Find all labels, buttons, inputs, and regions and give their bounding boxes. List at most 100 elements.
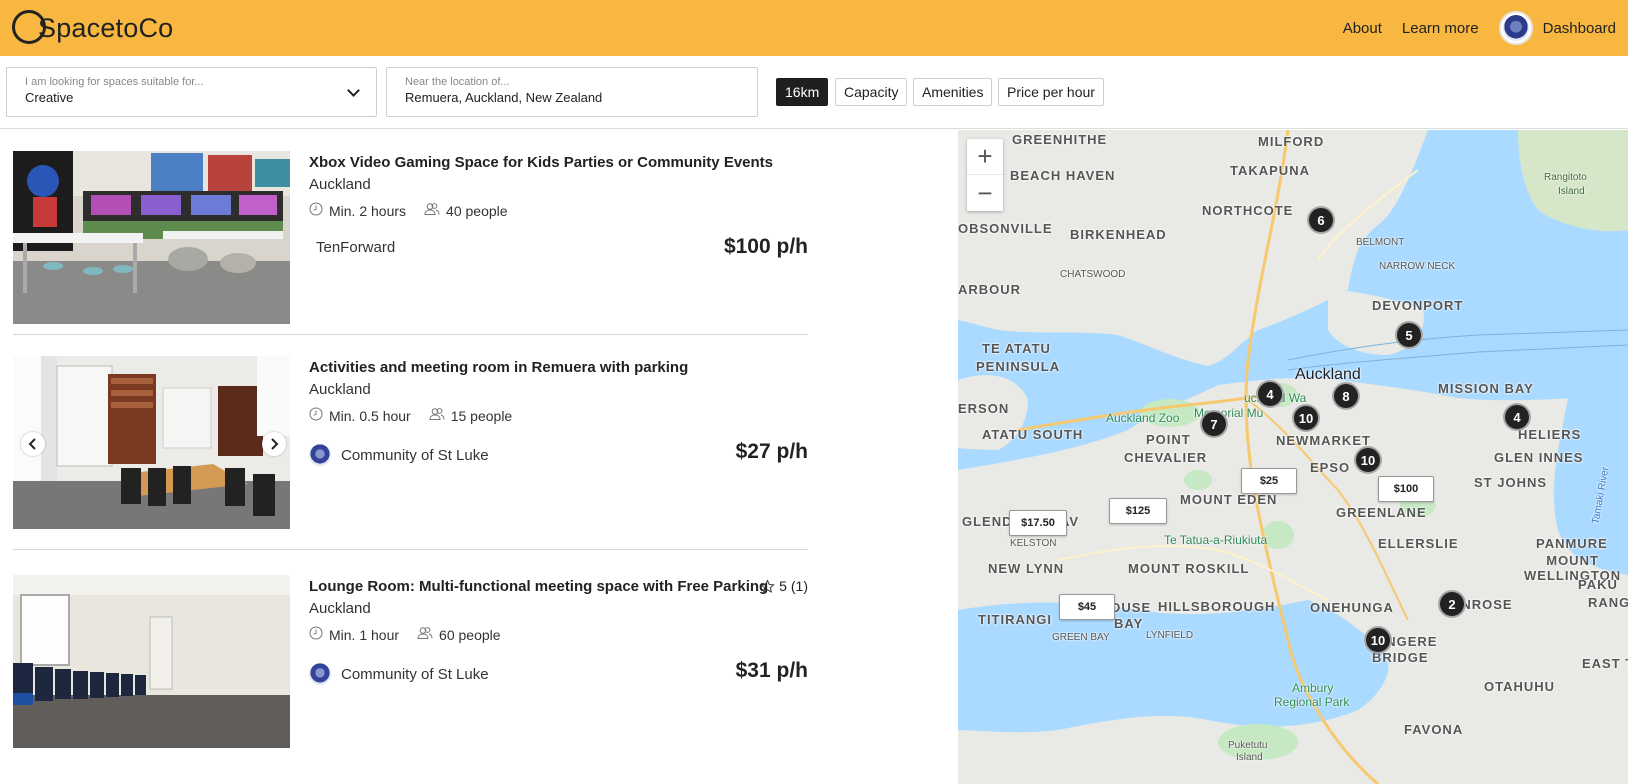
location-input[interactable]: Near the location of... Remuera, Aucklan…	[386, 67, 758, 117]
org-crest-icon	[1502, 15, 1529, 41]
map-label: Auckland Zoo	[1106, 411, 1180, 425]
listing-title[interactable]: Activities and meeting room in Remuera w…	[309, 359, 688, 376]
map-label: RANGA	[1588, 595, 1628, 610]
prev-photo-button[interactable]	[21, 432, 45, 456]
clock-icon	[309, 626, 323, 643]
listing-photo[interactable]	[13, 356, 290, 529]
suitable-for-placeholder: I am looking for spaces suitable for...	[25, 76, 204, 88]
map-label: BIRKENHEAD	[1070, 227, 1167, 242]
map-label: BAY	[1114, 616, 1144, 631]
map-zoom-controls: + −	[967, 139, 1003, 211]
map-cluster-marker[interactable]: 4	[1256, 380, 1284, 408]
top-navbar: SpacetoCo About Learn more Dashboard	[0, 0, 1628, 56]
map-cluster-marker[interactable]: 6	[1307, 206, 1335, 234]
listing-price: $27 p/h	[735, 440, 808, 463]
listing-city: Auckland	[309, 600, 371, 617]
map-label: OBSONVILLE	[958, 221, 1053, 236]
lounge-room-photo	[13, 575, 290, 748]
map-cluster-marker[interactable]: 7	[1200, 410, 1228, 438]
map-label: ARBOUR	[958, 282, 1022, 297]
filter-capacity-button[interactable]: Capacity	[835, 78, 908, 106]
host-name: Community of St Luke	[341, 446, 489, 464]
nav-dashboard-label[interactable]: Dashboard	[1543, 20, 1616, 37]
map-label: NORTHCOTE	[1202, 203, 1294, 218]
map-cluster-marker[interactable]: 2	[1438, 590, 1466, 618]
map-label: ERSON	[958, 401, 1010, 416]
logo[interactable]: SpacetoCo	[12, 8, 173, 46]
filter-amenities-button[interactable]: Amenities	[913, 78, 993, 106]
map-label-auckland: Auckland	[1295, 366, 1361, 383]
listing-card[interactable]: Xbox Video Gaming Space for Kids Parties…	[13, 151, 808, 324]
listing-photo[interactable]	[13, 575, 290, 748]
listing-host: TenForward	[316, 239, 395, 256]
listing-card[interactable]: Activities and meeting room in Remuera w…	[13, 356, 808, 529]
dashboard-link[interactable]: Dashboard	[1498, 11, 1616, 45]
listing-title[interactable]: Xbox Video Gaming Space for Kids Parties…	[309, 154, 773, 171]
map-label: EAST T	[1582, 656, 1628, 671]
map-price-pin[interactable]: $17.50	[1009, 510, 1067, 536]
map-label: MOUNT EDEN	[1180, 492, 1278, 507]
filter-price-button[interactable]: Price per hour	[998, 78, 1104, 106]
listing-price: $100 p/h	[723, 235, 808, 258]
map-cluster-marker[interactable]: 10	[1292, 404, 1320, 432]
listing-card[interactable]: Lounge Room: Multi-functional meeting sp…	[13, 575, 808, 748]
map-label: Te Tatua-a-Riukiuta	[1164, 533, 1268, 547]
nav-about-link[interactable]: About	[1343, 20, 1382, 37]
map-cluster-marker[interactable]: 4	[1503, 403, 1531, 431]
map-label: MILFORD	[1258, 134, 1325, 149]
listings-panel: Xbox Video Gaming Space for Kids Parties…	[0, 130, 958, 784]
map-label: Rangitoto	[1544, 172, 1587, 183]
map-label: BEACH HAVEN	[1010, 168, 1116, 183]
clock-icon	[309, 202, 323, 219]
map-cluster-marker[interactable]: 10	[1364, 626, 1392, 654]
map-label: OTAHUHU	[1484, 679, 1556, 694]
map-label: PAKU	[1578, 577, 1618, 592]
map-price-pin[interactable]: $125	[1109, 498, 1167, 524]
listing-rating: 5 (1)	[760, 578, 808, 594]
map-label: TITIRANGI	[978, 612, 1052, 627]
map-price-pin[interactable]: $100	[1378, 476, 1434, 502]
map-label: GREENLANE	[1336, 505, 1427, 520]
map-label: ONEHUNGA	[1310, 600, 1394, 615]
listing-title[interactable]: Lounge Room: Multi-functional meeting sp…	[309, 578, 768, 595]
map-label: TE ATATU	[982, 341, 1051, 356]
divider	[13, 334, 808, 335]
filter-distance-button[interactable]: 16km	[776, 78, 829, 106]
zoom-out-button[interactable]: −	[967, 175, 1003, 211]
map-cluster-marker[interactable]: 5	[1395, 321, 1423, 349]
map-label: MOUNT ROSKILL	[1128, 561, 1250, 576]
map-label: GLEN INNES	[1494, 450, 1584, 465]
map-label: GREENHITHE	[1012, 132, 1108, 147]
listing-photo[interactable]	[13, 151, 290, 324]
listing-capacity: 60 people	[439, 626, 501, 643]
chevron-left-icon	[28, 438, 36, 450]
map[interactable]: GREENHITHE MILFORD TAKAPUNA BEACH HAVEN …	[958, 130, 1628, 784]
map-label: ELLERSLIE	[1378, 536, 1459, 551]
map-label: ATATU SOUTH	[982, 427, 1084, 442]
zoom-in-button[interactable]: +	[967, 139, 1003, 175]
map-cluster-marker[interactable]: 8	[1332, 382, 1360, 410]
host-crest-icon	[309, 444, 331, 466]
nav-learn-more-link[interactable]: Learn more	[1402, 20, 1479, 37]
map-label: BELMONT	[1356, 237, 1405, 248]
listing-meta: Min. 0.5 hour 15 people	[309, 407, 512, 424]
star-icon	[760, 578, 775, 593]
map-price-pin[interactable]: $25	[1241, 468, 1297, 494]
search-bar: I am looking for spaces suitable for... …	[0, 56, 1628, 129]
avatar[interactable]	[1498, 11, 1533, 45]
gaming-room-photo	[13, 151, 290, 324]
meeting-room-photo	[13, 356, 290, 529]
suitable-for-select[interactable]: I am looking for spaces suitable for... …	[6, 67, 377, 117]
listing-info: Activities and meeting room in Remuera w…	[309, 356, 808, 529]
listing-city: Auckland	[309, 381, 371, 398]
map-label: NEW LYNN	[988, 561, 1065, 576]
map-label: Ambury	[1292, 681, 1334, 695]
listing-info: Xbox Video Gaming Space for Kids Parties…	[309, 151, 808, 324]
host-name: TenForward	[316, 239, 396, 256]
map-cluster-marker[interactable]: 10	[1354, 446, 1382, 474]
map-label: LYNFIELD	[1146, 630, 1194, 641]
logo-text: SpacetoCo	[38, 12, 174, 43]
map-price-pin[interactable]: $45	[1059, 594, 1115, 620]
map-label: POINT	[1146, 432, 1191, 447]
next-photo-button[interactable]	[262, 432, 286, 456]
